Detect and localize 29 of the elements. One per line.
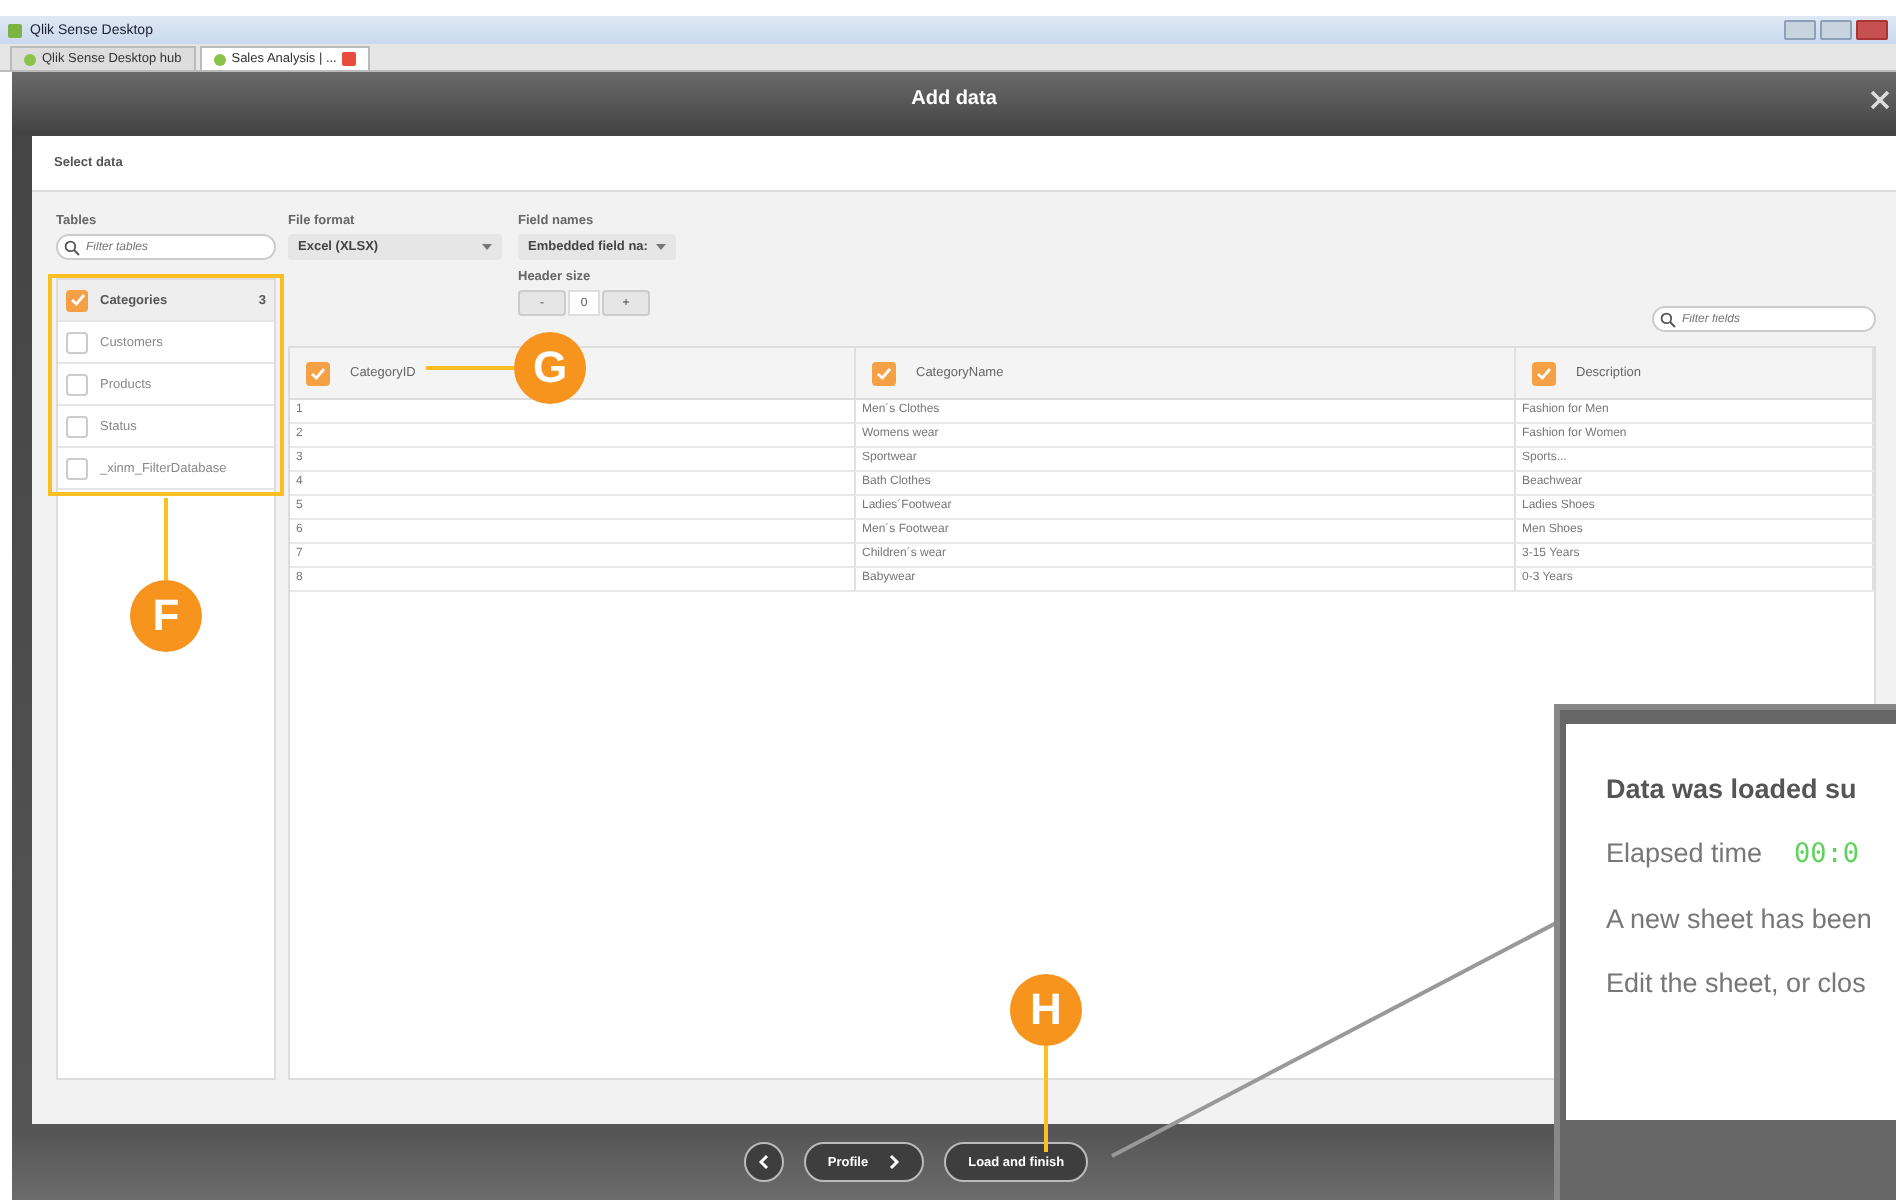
close-button[interactable] [1856,20,1888,40]
checkbox[interactable] [66,415,88,437]
maximize-button[interactable] [1820,20,1852,40]
checkbox[interactable] [872,361,896,385]
back-button[interactable] [743,1142,784,1182]
leader-line [164,498,168,580]
popup-message: A new sheet has been [1606,904,1874,934]
checkbox[interactable] [66,331,88,353]
checkbox[interactable] [306,361,330,385]
minimize-button[interactable] [1784,20,1816,40]
checkbox[interactable] [66,457,88,479]
search-icon [1660,311,1676,327]
dialog-title: Add data [911,88,997,110]
caret-icon [655,244,666,250]
chevron-right-icon [888,1154,901,1170]
popup-hint: Edit the sheet, or clos [1606,968,1868,998]
leader-line [426,366,514,370]
checkbox[interactable] [66,373,88,395]
search-icon [64,239,80,255]
elapsed-time-value: 00:0 [1794,838,1860,870]
chevron-left-icon [757,1154,770,1170]
close-icon[interactable] [1870,90,1890,110]
elapsed-time-label: Elapsed time [1606,838,1763,870]
checkbox[interactable] [1532,361,1556,385]
app-icon [8,23,22,37]
checkbox[interactable] [66,289,88,311]
caret-icon [482,244,492,250]
popup-title: Data was loaded su [1606,774,1859,804]
leader-line [1044,1046,1048,1152]
